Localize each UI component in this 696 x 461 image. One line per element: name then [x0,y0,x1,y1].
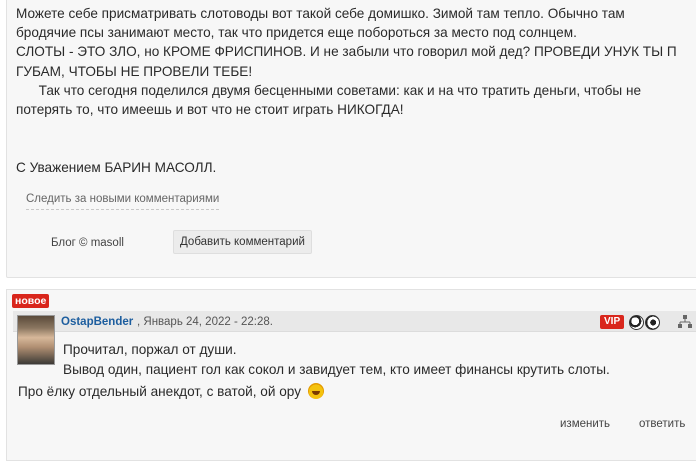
post-body: Можете себе присматривать слотоводы вот … [16,4,696,119]
post-line: ГУБАМ, ЧТОБЫ НЕ ПРОВЕЛИ ТЕБЕ! [16,63,253,79]
comment-date: , Январь 24, 2022 - 22:28. [137,316,273,328]
avatar[interactable] [17,315,55,365]
comment-tree-icon[interactable] [678,315,692,329]
comment-body: Прочитал, поржал от души. Вывод один, па… [63,340,610,379]
comment-card: новое OstapBender , Январь 24, 2022 - 22… [6,289,696,461]
comment-line: Прочитал, поржал от души. [63,342,237,357]
blog-post-card: Можете себе присматривать слотоводы вот … [6,0,696,278]
laughing-emoji-icon [307,383,324,399]
soccer-ball-icon [645,315,660,330]
comment-extra-text: Про ёлку отдельный анекдот, с ватой, ой … [18,384,305,399]
edit-comment-button[interactable]: изменить [560,418,610,430]
blog-link[interactable]: Блог © masoll [51,237,124,249]
post-line: Можете себе присматривать слотоводы вот … [16,6,625,21]
post-signature: С Уважением БАРИН МАСОЛЛ. [16,160,217,175]
post-line: бродячие псы занимают место, так что при… [16,25,577,41]
add-comment-button[interactable]: Добавить комментарий [173,230,312,254]
ball-icon [629,315,644,330]
post-line: СЛОТЫ - ЭТО ЗЛО, но КРОМЕ ФРИСПИНОВ. И н… [16,44,677,60]
vip-badge: VIP [600,315,625,329]
follow-comments-link[interactable]: Следить за новыми комментариями [26,193,220,210]
reply-button[interactable]: ответить [639,418,685,430]
new-badge: новое [12,294,50,308]
comment-line: Вывод один, пациент гол как сокол и зави… [63,361,610,377]
comment-line: Про ёлку отдельный анекдот, с ватой, ой … [18,383,324,399]
post-line: потерять то, что имеешь и вот что не сто… [16,102,404,118]
post-line: Так что сегодня поделился двумя бесценны… [16,82,642,98]
comment-author-link[interactable]: OstapBender [61,316,133,328]
